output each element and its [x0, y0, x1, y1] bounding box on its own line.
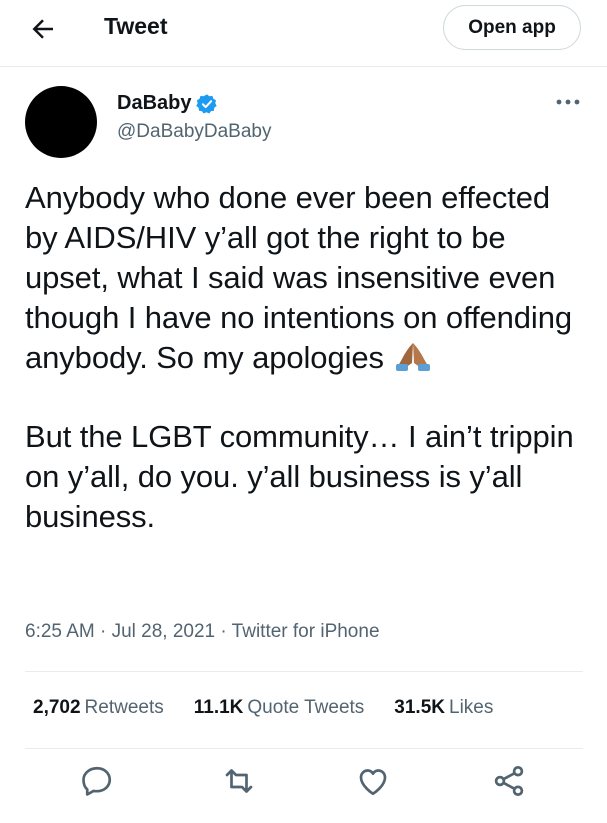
action-bar — [0, 763, 607, 803]
likes-label: Likes — [449, 697, 494, 718]
top-bar: Tweet Open app — [0, 0, 607, 67]
verified-badge-icon — [196, 93, 218, 114]
author-name[interactable]: DaBaby — [117, 92, 191, 115]
reply-icon[interactable] — [79, 763, 115, 799]
tweet-paragraph-2: But the LGBT community… I ain’t trippin … — [25, 419, 574, 534]
retweets-stat[interactable]: 2,702 Retweets — [33, 697, 164, 719]
back-arrow-icon[interactable] — [28, 14, 58, 44]
retweets-count: 2,702 — [33, 697, 81, 718]
open-app-button[interactable]: Open app — [443, 5, 581, 50]
likes-stat[interactable]: 31.5K Likes — [394, 697, 493, 719]
tweet-stats: 2,702 Retweets 11.1K Quote Tweets 31.5K Lik… — [33, 697, 523, 719]
retweet-icon[interactable] — [221, 763, 257, 799]
like-icon[interactable] — [355, 763, 391, 799]
share-icon[interactable] — [491, 763, 527, 799]
author-name-row: DaBaby — [117, 92, 218, 115]
author-handle[interactable]: @DaBabyDaBaby — [117, 121, 271, 143]
retweets-label: Retweets — [84, 697, 164, 718]
divider — [25, 748, 583, 749]
tweet-text: Anybody who done ever been effected by A… — [25, 178, 585, 537]
quote-tweets-label: Quote Tweets — [247, 697, 365, 718]
quote-tweets-stat[interactable]: 11.1K Quote Tweets — [194, 697, 365, 719]
avatar[interactable] — [25, 86, 97, 158]
divider — [25, 671, 583, 672]
likes-count: 31.5K — [394, 697, 445, 718]
folded-hands-emoji — [395, 343, 430, 371]
more-options-icon[interactable] — [554, 92, 582, 112]
tweet-paragraph-1: Anybody who done ever been effected by A… — [25, 180, 572, 375]
quote-tweets-count: 11.1K — [193, 697, 244, 718]
tweet-timestamp[interactable]: 6:25 AM · Jul 28, 2021 · Twitter for iPh… — [25, 621, 380, 643]
page-title: Tweet — [104, 13, 168, 39]
